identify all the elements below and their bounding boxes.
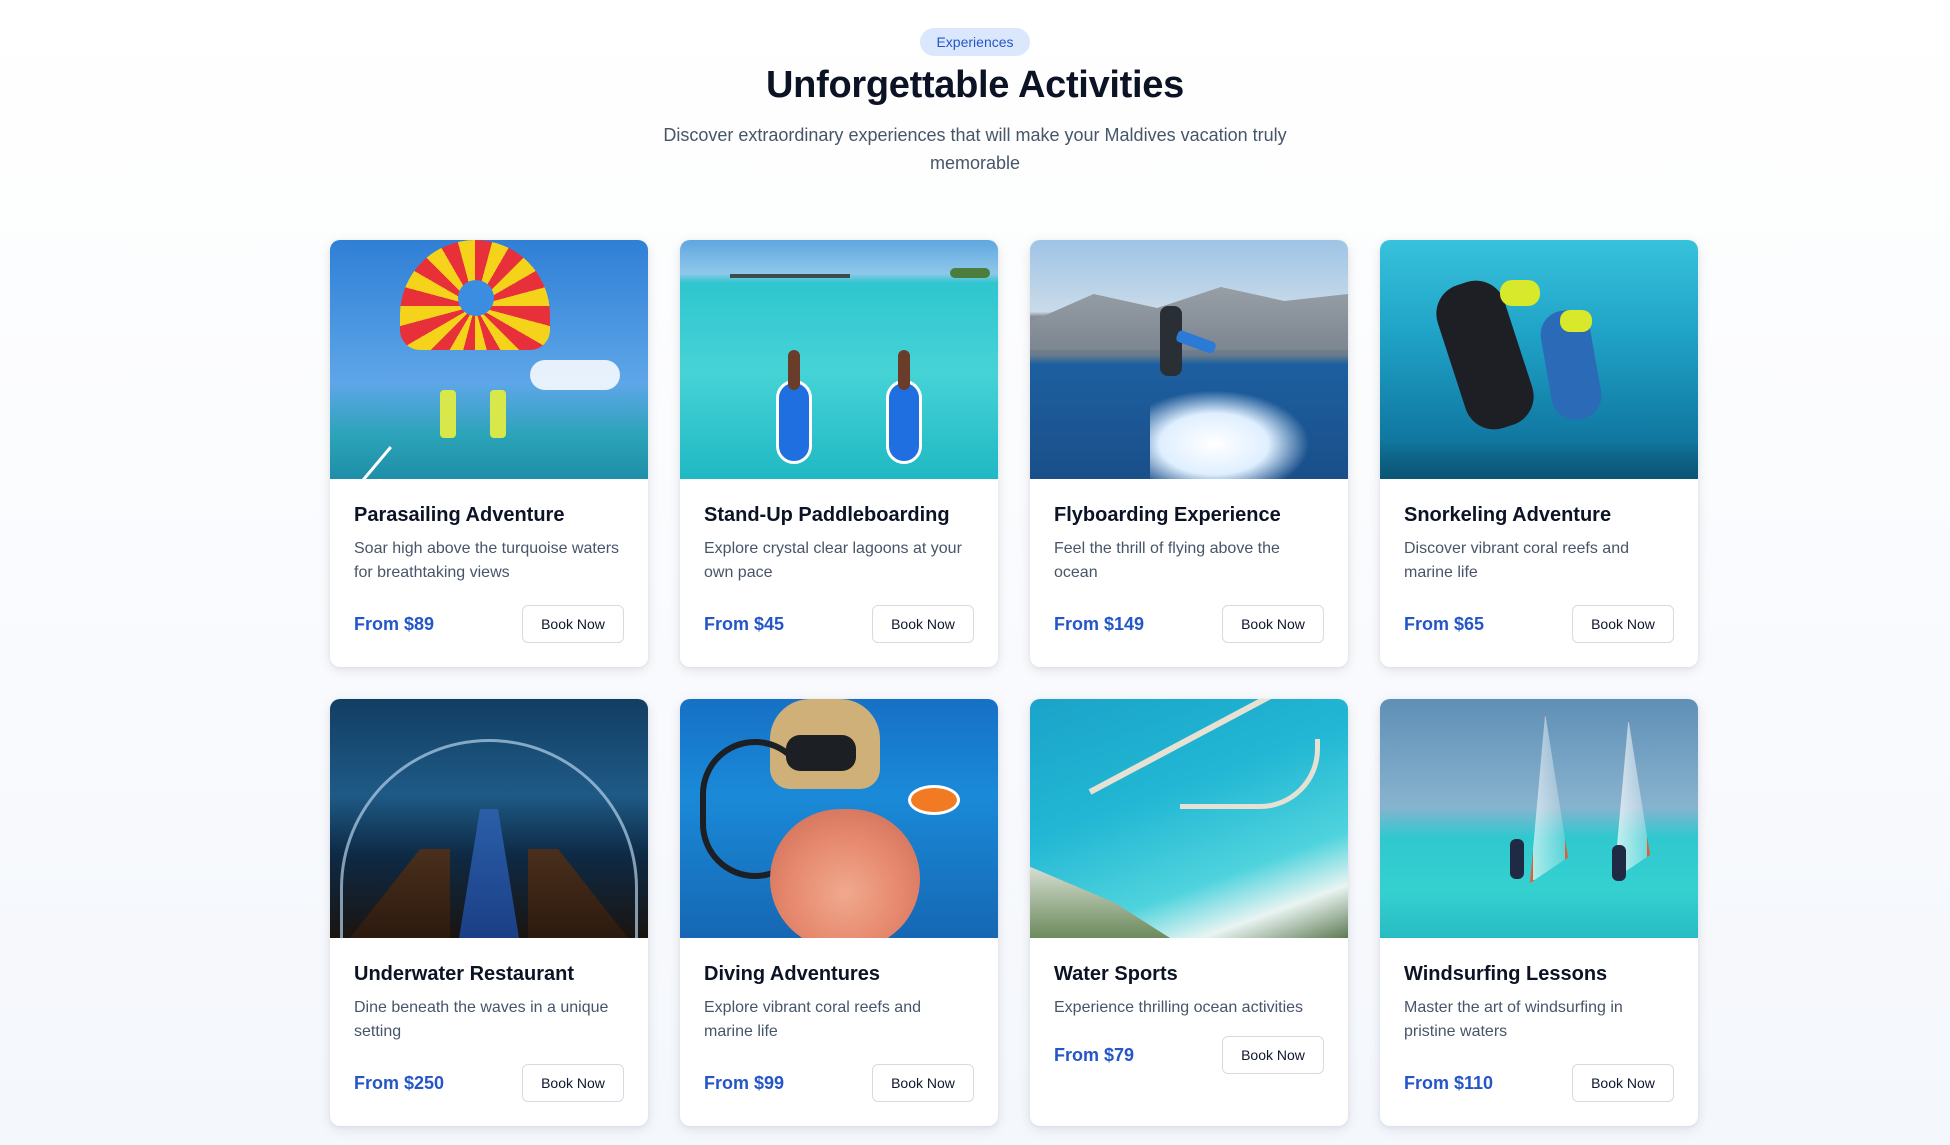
activity-card: Windsurfing Lessons Master the art of wi…	[1380, 699, 1698, 1126]
book-now-button[interactable]: Book Now	[1572, 1064, 1674, 1102]
activity-title: Water Sports	[1054, 963, 1178, 985]
activity-card: Water Sports Experience thrilling ocean …	[1030, 699, 1348, 1126]
activity-description: Experience thrilling ocean activities	[1054, 999, 1304, 1016]
activity-title: Diving Adventures	[704, 963, 880, 985]
activity-price: From $99	[704, 1072, 785, 1093]
activity-description: Explore crystal clear lagoons at your ow…	[704, 540, 962, 581]
page-subtitle: Discover extraordinary experiences that …	[663, 125, 1287, 173]
book-now-button[interactable]: Book Now	[1222, 1036, 1324, 1074]
book-now-button[interactable]: Book Now	[872, 605, 974, 643]
activity-image-flyboarding	[1030, 240, 1348, 479]
activity-price: From $45	[704, 613, 785, 634]
activity-title: Windsurfing Lessons	[1404, 963, 1608, 985]
activity-image-water-sports	[1030, 699, 1348, 938]
section-header: Experiences Unforgettable Activities Dis…	[0, 28, 1950, 177]
book-now-button[interactable]: Book Now	[872, 1064, 974, 1102]
book-now-button[interactable]: Book Now	[1222, 605, 1324, 643]
activity-price: From $110	[1404, 1072, 1494, 1093]
section-badge: Experiences	[920, 28, 1030, 56]
activity-price: From $149	[1054, 613, 1145, 634]
activity-title: Parasailing Adventure	[354, 504, 565, 526]
activity-price: From $89	[354, 613, 435, 634]
page-title: Unforgettable Activities	[766, 64, 1184, 106]
book-now-button[interactable]: Book Now	[522, 605, 624, 643]
activity-image-snorkeling	[1380, 240, 1698, 479]
book-now-button[interactable]: Book Now	[522, 1064, 624, 1102]
activity-image-diving	[680, 699, 998, 938]
activity-image-underwater-restaurant	[330, 699, 648, 938]
activity-image-parasailing	[330, 240, 648, 479]
activity-description: Soar high above the turquoise waters for…	[354, 540, 620, 581]
activity-card: Diving Adventures Explore vibrant coral …	[680, 699, 998, 1126]
activity-title: Snorkeling Adventure	[1404, 504, 1612, 526]
activity-description: Master the art of windsurfing in pristin…	[1404, 999, 1623, 1040]
book-now-button[interactable]: Book Now	[1572, 605, 1674, 643]
activity-description: Dine beneath the waves in a unique setti…	[354, 999, 609, 1040]
activity-price: From $250	[354, 1072, 445, 1093]
activity-card: Parasailing Adventure Soar high above th…	[330, 240, 648, 667]
activity-card: Underwater Restaurant Dine beneath the w…	[330, 699, 648, 1126]
activity-description: Discover vibrant coral reefs and marine …	[1404, 540, 1629, 581]
activity-description: Explore vibrant coral reefs and marine l…	[704, 999, 921, 1040]
activity-price: From $79	[1054, 1044, 1135, 1065]
activity-title: Stand-Up Paddleboarding	[704, 504, 950, 526]
activities-grid: Parasailing Adventure Soar high above th…	[330, 240, 1700, 1126]
activity-image-paddleboarding	[680, 240, 998, 479]
activity-image-windsurfing	[1380, 699, 1698, 938]
activity-card: Stand-Up Paddleboarding Explore crystal …	[680, 240, 998, 667]
activity-card: Flyboarding Experience Feel the thrill o…	[1030, 240, 1348, 667]
activity-card: Snorkeling Adventure Discover vibrant co…	[1380, 240, 1698, 667]
activity-title: Flyboarding Experience	[1054, 504, 1281, 526]
activity-price: From $65	[1404, 613, 1485, 634]
activity-description: Feel the thrill of flying above the ocea…	[1054, 540, 1280, 581]
activity-title: Underwater Restaurant	[354, 963, 575, 985]
